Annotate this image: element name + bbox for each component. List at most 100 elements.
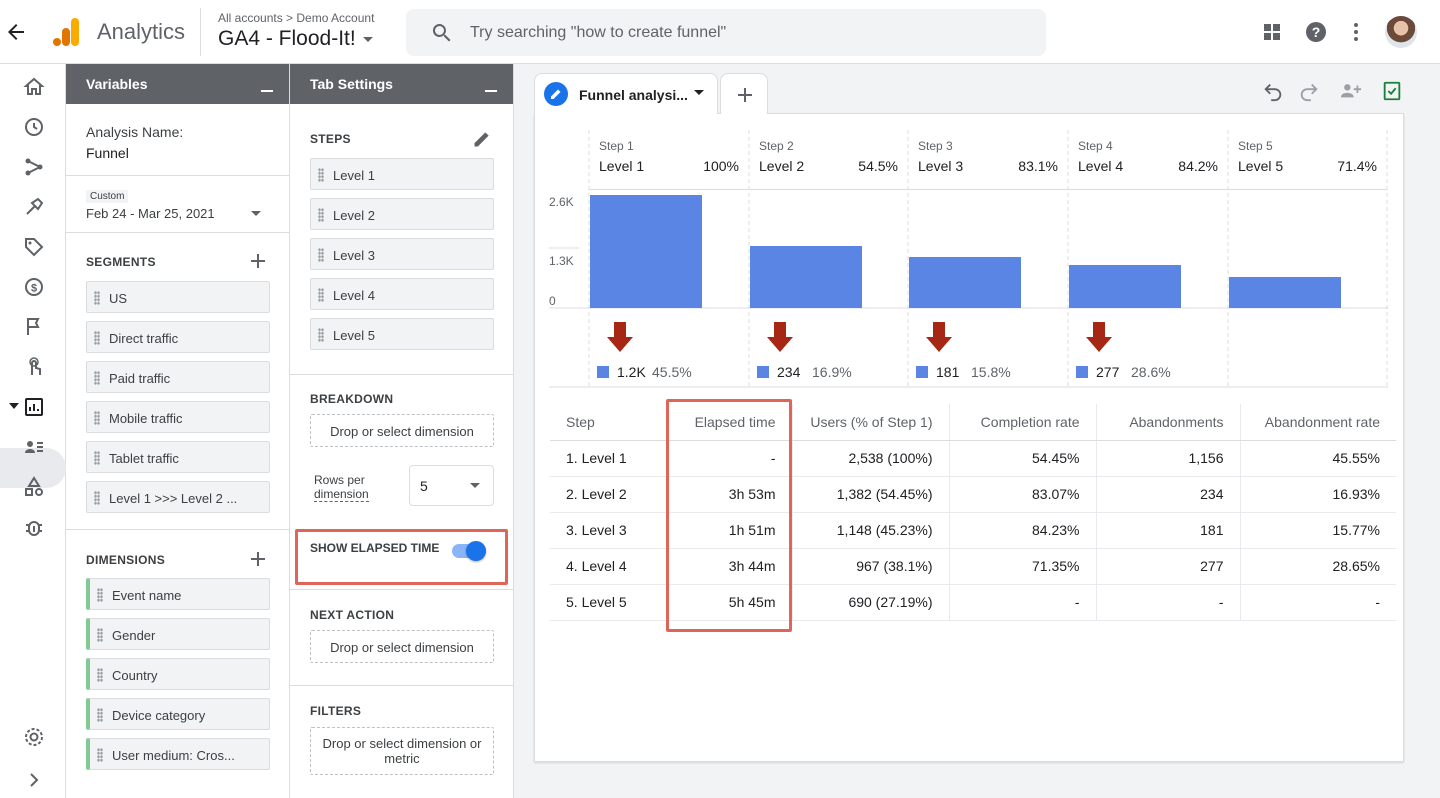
add-tab-button[interactable] — [720, 73, 768, 114]
abandonment[interactable]: 234 16.9% — [749, 322, 908, 386]
drag-handle-icon[interactable] — [94, 371, 100, 385]
drag-handle-icon[interactable] — [318, 168, 324, 182]
date-range-section[interactable]: Custom Feb 24 - Mar 25, 2021 — [66, 176, 289, 233]
funnel-step[interactable]: Step 1 Level 1 100% 1.2K 45.5% — [589, 130, 749, 386]
drag-handle-icon[interactable] — [97, 588, 103, 602]
funnel-step[interactable]: Step 3 Level 3 83.1% 181 15.8% — [908, 130, 1068, 386]
audiences-icon[interactable] — [22, 435, 46, 459]
drag-handle-icon[interactable] — [94, 451, 100, 465]
edit-pencil-icon[interactable] — [472, 129, 492, 149]
filters-drop-zone[interactable]: Drop or select dimension or metric — [310, 727, 494, 775]
help-icon[interactable]: ? — [1304, 20, 1328, 44]
lifecycle-icon[interactable] — [22, 155, 46, 179]
more-vert-icon[interactable] — [1344, 20, 1368, 44]
redo-icon[interactable] — [1298, 80, 1320, 102]
step-chip[interactable]: Level 3 — [310, 238, 494, 270]
dimension-chip[interactable]: User medium: Cros... — [86, 738, 270, 770]
engagement-touch-icon[interactable] — [22, 355, 46, 379]
dimension-chip[interactable]: Country — [86, 658, 270, 690]
expand-nav-chevron-icon[interactable] — [22, 768, 46, 792]
dimension-chip[interactable]: Device category — [86, 698, 270, 730]
drag-handle-icon[interactable] — [318, 248, 324, 262]
property-selector[interactable]: GA4 - Flood-It! — [218, 27, 374, 51]
abandonment[interactable]: 277 28.6% — [1068, 322, 1228, 386]
rows-per-dimension-select[interactable]: 5 — [409, 465, 494, 506]
settings-gear-icon[interactable] — [22, 725, 46, 749]
highlight-box — [295, 529, 508, 585]
avatar[interactable] — [1385, 16, 1417, 48]
column-header[interactable]: Completion rate — [948, 404, 1096, 441]
step-chip[interactable]: Level 1 — [310, 158, 494, 190]
tab-menu-caret-icon[interactable] — [693, 89, 705, 97]
monetization-icon[interactable]: $ — [22, 275, 46, 299]
drag-handle-icon[interactable] — [97, 628, 103, 642]
segment-chip[interactable]: Tablet traffic — [86, 441, 270, 473]
drag-handle-icon[interactable] — [94, 291, 100, 305]
svg-text:$: $ — [31, 283, 37, 295]
realtime-clock-icon[interactable] — [22, 115, 46, 139]
segment-chip[interactable]: Mobile traffic — [86, 401, 270, 433]
drag-handle-icon[interactable] — [97, 708, 103, 722]
step-chip[interactable]: Level 2 — [310, 198, 494, 230]
step-label: Level 5 — [333, 328, 375, 343]
drag-handle-icon[interactable] — [97, 668, 103, 682]
funnel-bar[interactable] — [750, 246, 862, 308]
breakdown-drop-zone[interactable]: Drop or select dimension — [310, 414, 494, 447]
cell-step: 1. Level 1 — [550, 440, 668, 477]
home-icon[interactable] — [22, 75, 46, 99]
abandon-count: 181 — [936, 364, 960, 380]
funnel-step[interactable]: Step 4 Level 4 84.2% 277 28.6% — [1068, 130, 1228, 386]
add-dimension-plus-icon[interactable] — [250, 551, 266, 567]
apps-grid-icon[interactable] — [1260, 20, 1284, 44]
explore-analysis-icon[interactable] — [22, 395, 46, 419]
down-arrow-icon — [926, 322, 952, 352]
tab-funnel-analysis[interactable]: Funnel analysi... — [534, 73, 718, 114]
flag-icon[interactable] — [22, 315, 46, 339]
search-bar[interactable]: Try searching "how to create funnel" — [406, 9, 1046, 56]
breadcrumb[interactable]: All accounts > Demo Account — [218, 11, 374, 25]
column-header[interactable]: Abandonment rate — [1239, 404, 1396, 441]
minimize-icon[interactable] — [485, 90, 497, 92]
drag-handle-icon[interactable] — [94, 331, 100, 345]
acquisition-icon[interactable] — [22, 195, 46, 219]
add-segment-plus-icon[interactable] — [250, 253, 266, 269]
share-people-icon[interactable] — [1338, 80, 1364, 102]
funnel-bar[interactable] — [1069, 265, 1181, 308]
step-chip[interactable]: Level 4 — [310, 278, 494, 310]
analysis-name-input[interactable]: Funnel — [86, 145, 129, 161]
drag-handle-icon[interactable] — [318, 328, 324, 342]
funnel-bar[interactable] — [590, 195, 702, 308]
dimension-chip[interactable]: Event name — [86, 578, 270, 610]
tag-icon[interactable] — [22, 235, 46, 259]
segment-chip[interactable]: Direct traffic — [86, 321, 270, 353]
funnel-bar[interactable] — [1229, 277, 1341, 308]
drag-handle-icon[interactable] — [94, 491, 100, 505]
drag-handle-icon[interactable] — [318, 208, 324, 222]
back-arrow-icon[interactable] — [4, 20, 28, 44]
analysis-name-label: Analysis Name: — [86, 124, 184, 140]
minimize-icon[interactable] — [261, 90, 273, 92]
drag-handle-icon[interactable] — [94, 411, 100, 425]
segment-chip[interactable]: Level 1 >>> Level 2 ... — [86, 481, 270, 513]
funnel-step[interactable]: Step 5 Level 5 71.4% — [1228, 130, 1387, 386]
segment-label: Tablet traffic — [109, 451, 179, 466]
configure-shapes-icon[interactable] — [22, 475, 46, 499]
column-header[interactable]: Step — [550, 404, 668, 441]
abandonment[interactable]: 181 15.8% — [908, 322, 1068, 386]
column-header[interactable]: Abandonments — [1095, 404, 1240, 441]
dimension-chip[interactable]: Gender — [86, 618, 270, 650]
undo-icon[interactable] — [1262, 80, 1284, 102]
abandonment[interactable]: 1.2K 45.5% — [589, 322, 749, 386]
edit-tab-icon[interactable] — [544, 82, 568, 106]
save-check-icon[interactable] — [1381, 80, 1403, 102]
segment-chip[interactable]: US — [86, 281, 270, 313]
drag-handle-icon[interactable] — [97, 748, 103, 762]
column-header[interactable]: Users (% of Step 1) — [791, 404, 949, 441]
drag-handle-icon[interactable] — [318, 288, 324, 302]
funnel-bar[interactable] — [909, 257, 1021, 308]
debug-bug-icon[interactable] — [22, 515, 46, 539]
next-action-drop-zone[interactable]: Drop or select dimension — [310, 630, 494, 663]
segment-chip[interactable]: Paid traffic — [86, 361, 270, 393]
funnel-step[interactable]: Step 2 Level 2 54.5% 234 16.9% — [749, 130, 908, 386]
step-chip[interactable]: Level 5 — [310, 318, 494, 350]
